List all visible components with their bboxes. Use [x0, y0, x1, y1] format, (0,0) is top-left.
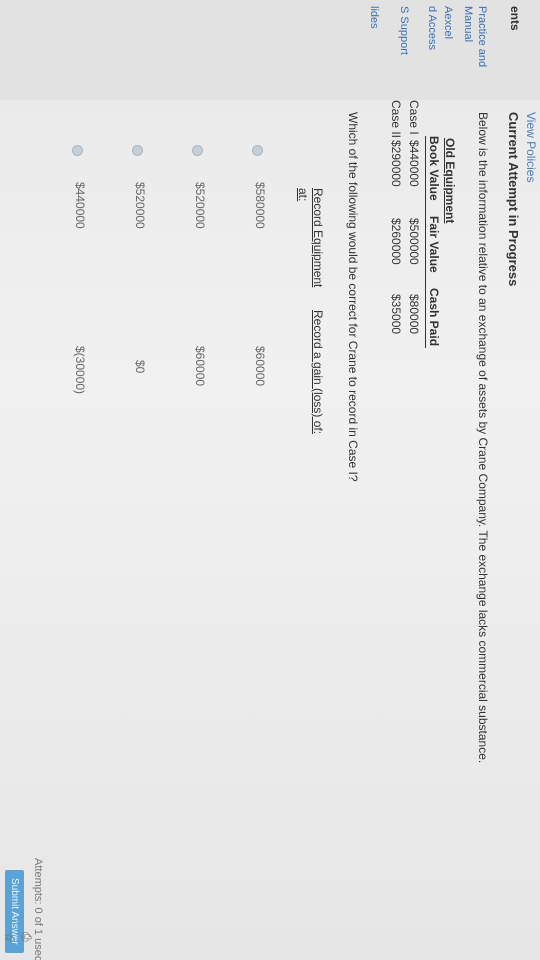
case-2-book-value: $290000 — [389, 140, 403, 187]
option-1-gain: $60000 — [253, 346, 267, 387]
sidebar-item-support[interactable]: S Support — [398, 6, 410, 55]
sidebar-item-excel[interactable]: Aexcel — [442, 6, 454, 39]
answer-header-equipment: Record Equipment — [311, 188, 325, 288]
sidebar-nav: ents Practice and Manual Aexcel d Access… — [0, 0, 540, 100]
row-label-case-2: Case II — [389, 100, 403, 139]
case-1-cash-paid: $80000 — [407, 294, 421, 335]
option-2-gain: $60000 — [193, 346, 207, 387]
sidebar-item-manual[interactable]: Manual — [462, 6, 474, 42]
view-policies-link[interactable]: View Policies — [524, 112, 538, 182]
option-3-radio[interactable] — [132, 145, 143, 156]
table-group-header: Old Equipment — [443, 138, 457, 224]
column-header-fair-value: Fair Value — [427, 216, 441, 273]
column-header-cash-paid: Cash Paid — [427, 288, 441, 347]
attempt-title: Current Attempt in Progress — [506, 112, 521, 287]
sidebar-item-access[interactable]: d Access — [426, 6, 438, 50]
option-2-radio[interactable] — [192, 145, 203, 156]
question-prompt: Which of the following would be correct … — [346, 112, 360, 482]
option-2-equipment: $520000 — [193, 182, 207, 229]
attempts-counter: Attempts: 0 of 1 used — [32, 858, 44, 960]
answer-header-equipment-at: at: — [296, 188, 310, 202]
row-label-case-1: Case I — [407, 100, 421, 135]
main-content: View Policies Current Attempt in Progres… — [0, 100, 540, 960]
option-4-equipment: $440000 — [73, 182, 87, 229]
case-2-fair-value: $260000 — [389, 218, 403, 265]
option-4-gain: $(30000) — [73, 346, 87, 395]
star-icon[interactable]: ☆ — [2, 932, 16, 943]
option-4-radio[interactable] — [72, 145, 83, 156]
print-icon[interactable]: ⎙ — [19, 932, 34, 942]
case-2-cash-paid: $35000 — [389, 294, 403, 335]
option-3-gain: $0 — [133, 360, 147, 374]
screen: ents Practice and Manual Aexcel d Access… — [0, 0, 540, 960]
column-header-book-value: Book Value — [427, 136, 441, 201]
sidebar-item-slides[interactable]: lides — [368, 6, 380, 29]
sidebar-item-practice[interactable]: Practice and — [476, 6, 488, 67]
option-1-radio[interactable] — [252, 145, 263, 156]
case-1-fair-value: $500000 — [407, 218, 421, 265]
option-1-equipment: $580000 — [253, 182, 267, 229]
answer-header-gain: Record a gain (loss) of: — [311, 310, 325, 435]
table-header-rule — [425, 136, 426, 348]
case-1-book-value: $440000 — [407, 140, 421, 187]
question-intro: Below is the information relative to an … — [476, 112, 490, 764]
option-3-equipment: $520000 — [133, 182, 147, 229]
sidebar-heading: ents — [508, 6, 522, 31]
